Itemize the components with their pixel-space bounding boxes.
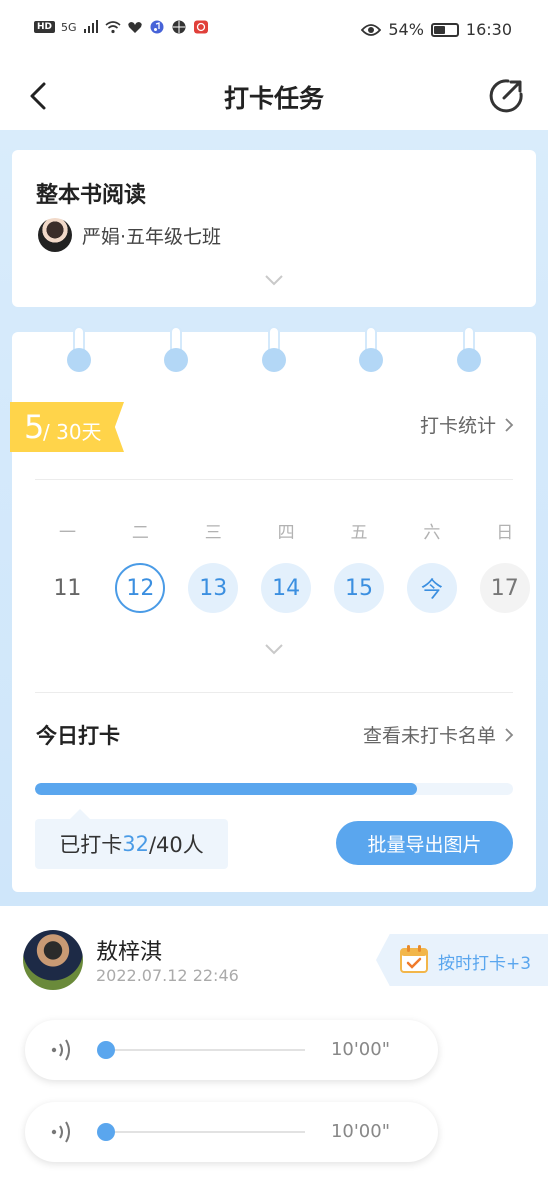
chevron-right-icon: [505, 727, 514, 742]
date-cell[interactable]: 13: [188, 563, 239, 613]
checkin-progress-bar: [35, 783, 513, 795]
page-title: 打卡任务: [223, 84, 324, 113]
checkin-stats-label: 打卡统计: [419, 415, 496, 437]
teacher-row: 严娟·五年级七班: [38, 218, 221, 252]
ontime-label: 按时打卡+3: [438, 954, 532, 974]
chevron-right-icon: [505, 417, 514, 432]
weekday-label: 一: [58, 523, 76, 543]
task-card[interactable]: 整本书阅读 严娟·五年级七班: [12, 150, 536, 307]
student-name: 敖梓淇: [96, 940, 163, 965]
ontime-badge: 按时打卡+3: [376, 934, 548, 986]
date-cell[interactable]: 15: [334, 563, 384, 613]
share-icon[interactable]: [486, 76, 526, 116]
date-cell[interactable]: 17: [479, 563, 530, 613]
checked-count: 32: [122, 832, 149, 856]
binder-ring: [358, 326, 384, 378]
status-bar: HD 5G 54% 16:30: [0, 0, 548, 62]
weekday-label: 六: [423, 523, 441, 543]
unchecked-list-label: 查看未打卡名单: [362, 725, 496, 747]
calendar-check-icon: [400, 945, 428, 973]
checkin-record: 敖梓淇 2022.07.12 22:46 按时打卡+3 10'00" 10'00…: [0, 906, 548, 1188]
binder-ring: [456, 326, 482, 378]
date-cell[interactable]: 12: [115, 563, 166, 613]
health-icon: [127, 22, 142, 33]
network-label: 5G: [61, 20, 77, 34]
music-app-icon: [150, 20, 164, 34]
weekday-label: 四: [277, 523, 295, 543]
audio-duration: 10'00": [330, 1039, 390, 1060]
red-app-icon: [193, 20, 208, 34]
battery-level: [433, 25, 445, 34]
signal-icon: [83, 20, 98, 33]
divider: [35, 479, 513, 480]
status-time: 16:30: [465, 20, 512, 39]
binder-ring: [66, 326, 92, 378]
weekday-label: 二: [131, 523, 149, 543]
audio-player[interactable]: 10'00": [25, 1102, 438, 1162]
total-days: / 30天: [43, 420, 102, 444]
audio-duration: 10'00": [330, 1121, 390, 1142]
count-tip-arrow: [70, 809, 90, 819]
battery-icon: [430, 22, 459, 37]
weekday-row: 一 二 三 四 五 六 日: [31, 518, 517, 543]
wifi-icon: [105, 21, 121, 34]
checkin-progress-fill: [35, 783, 418, 795]
checkin-time: 2022.07.12 22:46: [96, 966, 239, 985]
batch-export-button[interactable]: 批量导出图片: [336, 821, 513, 865]
binder-ring: [163, 326, 189, 378]
ball-app-icon: [172, 20, 186, 34]
date-cell[interactable]: 11: [42, 563, 92, 613]
expand-chevron-icon[interactable]: [263, 273, 285, 287]
task-title: 整本书阅读: [36, 183, 147, 208]
current-day: 5: [24, 408, 45, 446]
nav-bar: 打卡任务: [0, 62, 548, 130]
binder-ring: [261, 326, 287, 378]
weekday-label: 日: [496, 523, 514, 543]
weekday-label: 五: [350, 523, 368, 543]
day-progress-badge: 5 / 30天: [10, 402, 124, 452]
audio-icon[interactable]: [49, 1038, 75, 1062]
eye-icon: [361, 23, 382, 36]
audio-progress-knob[interactable]: [97, 1041, 115, 1059]
hd-badge: HD: [34, 21, 56, 33]
audio-icon[interactable]: [49, 1120, 75, 1144]
status-left: HD 5G: [34, 20, 209, 34]
audio-player[interactable]: 10'00": [25, 1020, 438, 1080]
divider: [35, 692, 513, 693]
weekday-label: 三: [204, 523, 222, 543]
date-cell-today[interactable]: 今: [406, 563, 457, 613]
status-right: 54% 16:30: [361, 20, 512, 39]
date-cell[interactable]: 14: [261, 563, 312, 613]
student-avatar[interactable]: [23, 930, 83, 990]
count-prefix: 已打卡: [59, 833, 123, 857]
audio-progress-knob[interactable]: [97, 1123, 115, 1141]
expand-calendar-chevron-icon[interactable]: [263, 642, 285, 656]
teacher-avatar: [38, 218, 72, 252]
teacher-name: 严娟·五年级七班: [82, 225, 222, 248]
audio-progress-track[interactable]: [107, 1131, 305, 1133]
audio-progress-track[interactable]: [107, 1049, 305, 1051]
total-count: /40人: [148, 833, 204, 857]
checkin-stats-link[interactable]: 打卡统计: [420, 411, 514, 438]
unchecked-list-link[interactable]: 查看未打卡名单: [363, 721, 514, 748]
date-row: 11 12 13 14 15 今 17: [31, 563, 530, 613]
calendar-card: 5 / 30天 打卡统计 一 二 三 四 五 六 日 11 12 13 14 1…: [10, 326, 536, 892]
checkin-count: 已打卡 32/40人: [35, 819, 228, 869]
today-checkin-title: 今日打卡: [36, 724, 120, 748]
battery-percent: 54%: [388, 20, 424, 39]
